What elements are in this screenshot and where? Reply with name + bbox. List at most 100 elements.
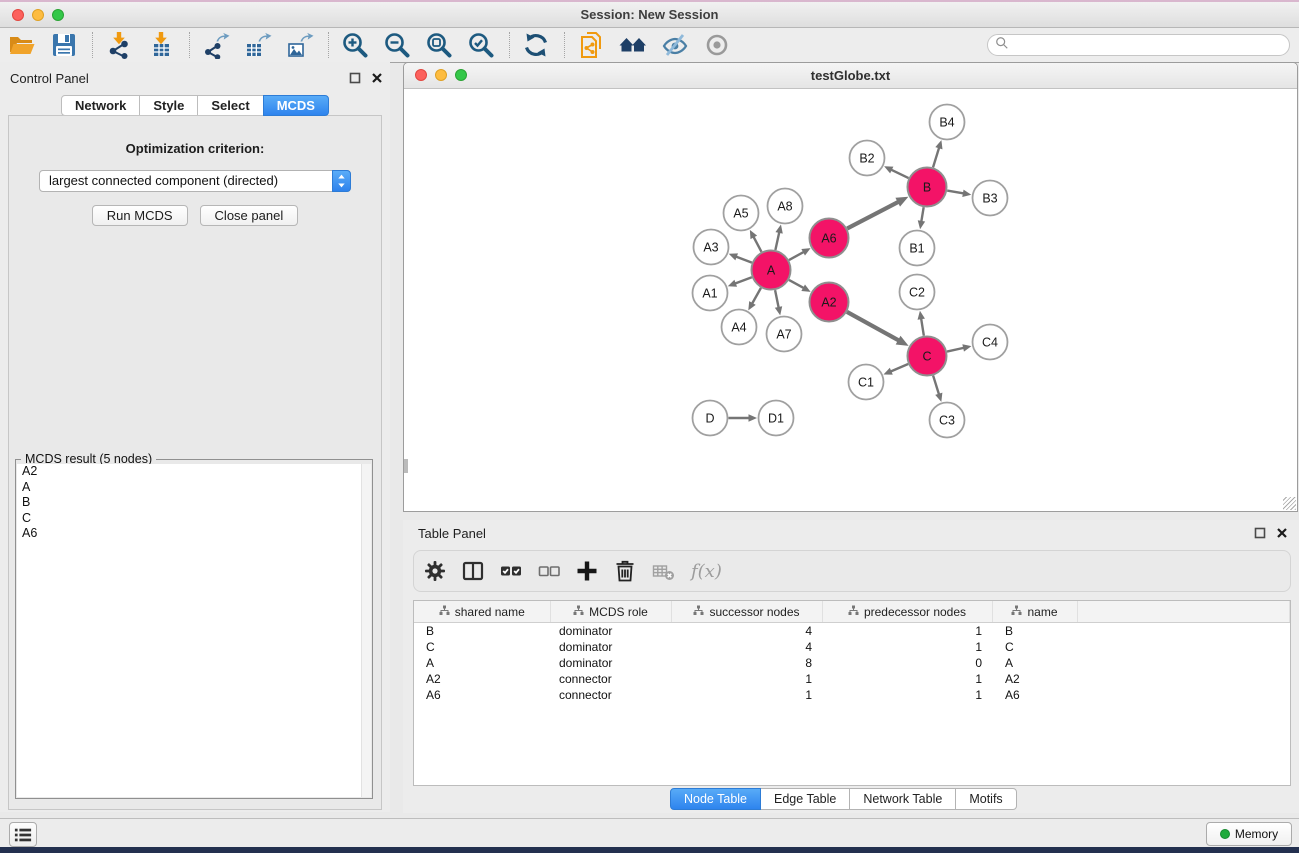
table-panel-float-button[interactable] <box>1254 526 1267 539</box>
table-cell[interactable]: connector <box>550 671 671 687</box>
graph-node-C2[interactable]: C2 <box>900 275 935 310</box>
close-panel-button[interactable]: Close panel <box>200 205 299 226</box>
search-input[interactable] <box>1013 37 1289 53</box>
graph-node-A5[interactable]: A5 <box>724 196 759 231</box>
task-history-button[interactable] <box>9 822 37 847</box>
import-network-button[interactable] <box>105 30 135 60</box>
graph-node-C1[interactable]: C1 <box>849 365 884 400</box>
table-cell[interactable]: 0 <box>822 655 992 671</box>
table-cell[interactable]: dominator <box>550 623 671 640</box>
tab-motifs[interactable]: Motifs <box>955 788 1016 810</box>
column-header-name[interactable]: name <box>992 601 1077 623</box>
network-window-titlebar[interactable]: testGlobe.txt <box>404 63 1297 89</box>
table-cell[interactable]: 1 <box>822 687 992 703</box>
graph-edge-C-C1[interactable] <box>890 364 908 372</box>
column-layout-button[interactable] <box>461 559 485 583</box>
graph-edge-C-C2[interactable] <box>921 318 924 336</box>
table-row-B[interactable]: Bdominator41B <box>414 623 1290 640</box>
mcds-result-item-A2[interactable]: A2 <box>17 464 371 480</box>
export-image-button[interactable] <box>286 30 316 60</box>
table-cell[interactable]: A2 <box>992 671 1077 687</box>
tab-select[interactable]: Select <box>197 95 263 116</box>
table-cell[interactable]: 1 <box>822 639 992 655</box>
graph-node-B2[interactable]: B2 <box>850 141 885 176</box>
mcds-result-item-A6[interactable]: A6 <box>17 526 371 542</box>
create-column-button[interactable] <box>575 559 599 583</box>
graph-node-A4[interactable]: A4 <box>722 310 757 345</box>
tab-network[interactable]: Network <box>61 95 140 116</box>
show-columns-button[interactable] <box>499 559 523 583</box>
graph-edge-A-A3[interactable] <box>736 256 752 262</box>
zoom-out-button[interactable] <box>383 30 413 60</box>
tab-node-table[interactable]: Node Table <box>670 788 761 810</box>
graph-node-B[interactable]: B <box>908 168 947 207</box>
graph-node-B4[interactable]: B4 <box>930 105 965 140</box>
tab-mcds[interactable]: MCDS <box>263 95 329 116</box>
table-cell[interactable]: 1 <box>822 671 992 687</box>
table-cell[interactable]: C <box>414 639 550 655</box>
graph-node-C[interactable]: C <box>908 337 947 376</box>
zoom-window-button[interactable] <box>52 9 64 21</box>
graph-edge-C-C4[interactable] <box>947 348 964 352</box>
graph-node-C3[interactable]: C3 <box>930 403 965 438</box>
zoom-selected-button[interactable] <box>467 30 497 60</box>
table-cell[interactable]: 1 <box>822 623 992 640</box>
graph-edge-A-A8[interactable] <box>775 232 779 250</box>
table-cell[interactable]: A6 <box>414 687 550 703</box>
graph-node-B1[interactable]: B1 <box>900 231 935 266</box>
delete-column-button[interactable] <box>613 559 637 583</box>
mcds-result-item-B[interactable]: B <box>17 495 371 511</box>
column-header-shared-name[interactable]: shared name <box>414 601 550 623</box>
network-minimize-button[interactable] <box>435 69 447 81</box>
network-canvas[interactable]: B4B2BB3A5A8A6B1A3AC2A1A2A4A7C4CC1C3DD1 <box>404 89 1297 511</box>
table-row-A[interactable]: Adominator80A <box>414 655 1290 671</box>
graph-edge-A-A6[interactable] <box>789 252 804 260</box>
minimize-window-button[interactable] <box>32 9 44 21</box>
table-cell[interactable]: C <box>992 639 1077 655</box>
graph-edge-A-A4[interactable] <box>752 288 761 304</box>
clone-network-button[interactable] <box>577 30 607 60</box>
graph-node-A8[interactable]: A8 <box>768 189 803 224</box>
search-box[interactable] <box>987 34 1290 56</box>
control-panel-float-button[interactable] <box>349 71 362 84</box>
table-cell[interactable]: B <box>992 623 1077 640</box>
graph-node-D[interactable]: D <box>693 401 728 436</box>
graph-node-A7[interactable]: A7 <box>767 317 802 352</box>
table-row-A2[interactable]: A2connector11A2 <box>414 671 1290 687</box>
graph-edge-A-A7[interactable] <box>775 290 779 308</box>
mcds-result-item-A[interactable]: A <box>17 480 371 496</box>
table-cell[interactable]: connector <box>550 687 671 703</box>
tab-style[interactable]: Style <box>139 95 198 116</box>
delete-table-button[interactable] <box>651 559 675 583</box>
graph-node-B3[interactable]: B3 <box>973 181 1008 216</box>
graph-edge-A-A2[interactable] <box>789 280 804 288</box>
control-panel-close-button[interactable] <box>371 71 384 84</box>
table-cell[interactable]: A <box>414 655 550 671</box>
table-cell[interactable]: 4 <box>671 639 822 655</box>
save-session-button[interactable] <box>50 30 80 60</box>
table-panel-close-button[interactable] <box>1276 526 1289 539</box>
graph-edge-B-B4[interactable] <box>933 147 939 167</box>
column-header-predecessor-nodes[interactable]: predecessor nodes <box>822 601 992 623</box>
network-resize-grip[interactable] <box>1283 497 1296 510</box>
network-vertical-scroll-thumb[interactable] <box>404 459 408 473</box>
tab-network-table[interactable]: Network Table <box>849 788 956 810</box>
table-cell[interactable]: dominator <box>550 639 671 655</box>
table-cell[interactable]: dominator <box>550 655 671 671</box>
table-settings-button[interactable] <box>423 559 447 583</box>
graph-edge-B-B1[interactable] <box>921 207 923 222</box>
graph-edge-B-B3[interactable] <box>947 191 964 194</box>
graph-edge-C-C3[interactable] <box>933 376 939 395</box>
table-cell[interactable]: A2 <box>414 671 550 687</box>
graph-edge-A-A1[interactable] <box>735 277 752 283</box>
graph-edge-B-B2[interactable] <box>891 170 909 179</box>
zoom-in-button[interactable] <box>341 30 371 60</box>
graph-node-A[interactable]: A <box>752 251 791 290</box>
column-header-successor-nodes[interactable]: successor nodes <box>671 601 822 623</box>
table-cell[interactable]: A <box>992 655 1077 671</box>
table-row-C[interactable]: Cdominator41C <box>414 639 1290 655</box>
show-graphics-details-button[interactable] <box>703 30 733 60</box>
table-cell[interactable]: A6 <box>992 687 1077 703</box>
export-network-button[interactable] <box>202 30 232 60</box>
run-mcds-button[interactable]: Run MCDS <box>92 205 188 226</box>
